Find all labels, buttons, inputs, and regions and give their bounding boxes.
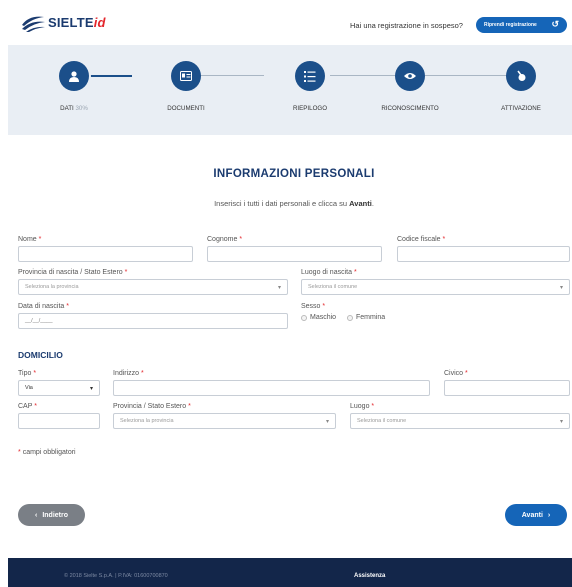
indirizzo-label: Indirizzo * (113, 370, 144, 377)
luogo-nascita-select[interactable]: Seleziona il comune ▾ (301, 279, 570, 295)
codice-fiscale-input[interactable] (397, 246, 570, 262)
tipo-value: Via (25, 385, 33, 391)
copyright-text: © 2018 Sielte S.p.A. | P.IVA: 0160070087… (64, 573, 168, 579)
page-subtitle: Inserisci i tutti i dati personali e cli… (214, 199, 374, 208)
sielte-logo-icon (22, 16, 45, 32)
footer: © 2018 Sielte S.p.A. | P.IVA: 0160070087… (8, 558, 572, 587)
id-card-icon (171, 61, 201, 91)
provincia-domicilio-label: Provincia / Stato Estero * (113, 403, 191, 410)
key-icon (506, 61, 536, 91)
luogo-nascita-placeholder: Seleziona il comune (308, 284, 358, 290)
provincia-nascita-label: Provincia di nascita / Stato Estero * (18, 269, 128, 276)
step-label: RIEPILOGO (292, 105, 328, 112)
step-label: RICONOSCIMENTO (381, 105, 439, 112)
header: SIELTEid Hai una registrazione in sospes… (0, 0, 572, 45)
chevron-down-icon: ▾ (277, 285, 281, 291)
cognome-label: Cognome * (207, 236, 243, 243)
data-nascita-input[interactable]: __/__/____ (18, 313, 288, 329)
nome-input[interactable] (18, 246, 193, 262)
page-title: INFORMAZIONI PERSONALI (213, 168, 375, 180)
luogo-nascita-label: Luogo di nascita * (301, 269, 357, 276)
chevron-left-icon: ‹ (34, 511, 38, 519)
progress-stepper: DATI 30% DOCUMENTI RIEPILOGO RICONOSCIME… (8, 45, 572, 135)
step-attivazione: ATTIVAZIONE (481, 61, 561, 112)
civico-label: Civico * (444, 370, 468, 377)
sesso-femmina-radio[interactable]: Femmina (347, 314, 385, 321)
logo: SIELTEid (20, 11, 106, 33)
chevron-down-icon: ▾ (325, 419, 329, 425)
step-dati: DATI 30% (34, 61, 114, 112)
assistenza-link[interactable]: Assistenza (354, 573, 385, 579)
step-label: DOCUMENTI (167, 105, 205, 112)
chevron-down-icon: ▾ (89, 386, 93, 392)
tipo-label: Tipo * (18, 370, 37, 377)
codice-fiscale-label: Codice fiscale * (397, 236, 446, 243)
mandatory-fields-note: * campi obbligatori (18, 449, 76, 456)
provincia-domicilio-placeholder: Seleziona la provincia (120, 418, 174, 424)
data-nascita-placeholder: __/__/____ (25, 318, 53, 324)
luogo-domicilio-placeholder: Seleziona il comune (357, 418, 407, 424)
provincia-nascita-select[interactable]: Seleziona la provincia ▾ (18, 279, 288, 295)
back-button-label: Indietro (42, 511, 68, 519)
eye-icon (395, 61, 425, 91)
resume-registration-label: Riprendi registrazione (484, 22, 537, 28)
user-icon (59, 61, 89, 91)
step-riepilogo: RIEPILOGO (270, 61, 350, 112)
civico-input[interactable] (444, 380, 570, 396)
step-label: DATI 30% (60, 105, 88, 112)
luogo-domicilio-select[interactable]: Seleziona il comune ▾ (350, 413, 570, 429)
next-button[interactable]: Avanti › (505, 504, 567, 526)
data-nascita-label: Data di nascita * (18, 303, 69, 310)
step-documenti: DOCUMENTI (146, 61, 226, 112)
next-button-label: Avanti (521, 511, 543, 519)
chevron-right-icon: › (547, 511, 551, 519)
list-icon (295, 61, 325, 91)
tipo-select[interactable]: Via ▾ (18, 380, 100, 396)
chevron-down-icon: ▾ (559, 285, 563, 291)
cognome-input[interactable] (207, 246, 382, 262)
cap-label: CAP * (18, 403, 37, 410)
domicilio-section-title: DOMICILIO (18, 350, 63, 360)
cap-input[interactable] (18, 413, 100, 429)
sesso-maschio-radio[interactable]: Maschio (301, 314, 336, 321)
luogo-domicilio-label: Luogo * (350, 403, 375, 410)
provincia-nascita-placeholder: Seleziona la provincia (25, 284, 79, 290)
chevron-down-icon: ▾ (559, 419, 563, 425)
step-label: ATTIVAZIONE (501, 105, 541, 112)
provincia-domicilio-select[interactable]: Seleziona la provincia ▾ (113, 413, 336, 429)
step-riconoscimento: RICONOSCIMENTO (370, 61, 450, 112)
logo-text: SIELTEid (48, 14, 106, 30)
undo-icon: ↺ (551, 19, 559, 29)
nome-label: Nome * (18, 236, 42, 243)
back-button[interactable]: ‹ Indietro (18, 504, 85, 526)
indirizzo-input[interactable] (113, 380, 430, 396)
resume-registration-button[interactable]: Riprendi registrazione ↺ (476, 17, 567, 33)
pending-registration-text: Hai una registrazione in sospeso? (350, 21, 463, 30)
sesso-label: Sesso * (301, 303, 326, 310)
